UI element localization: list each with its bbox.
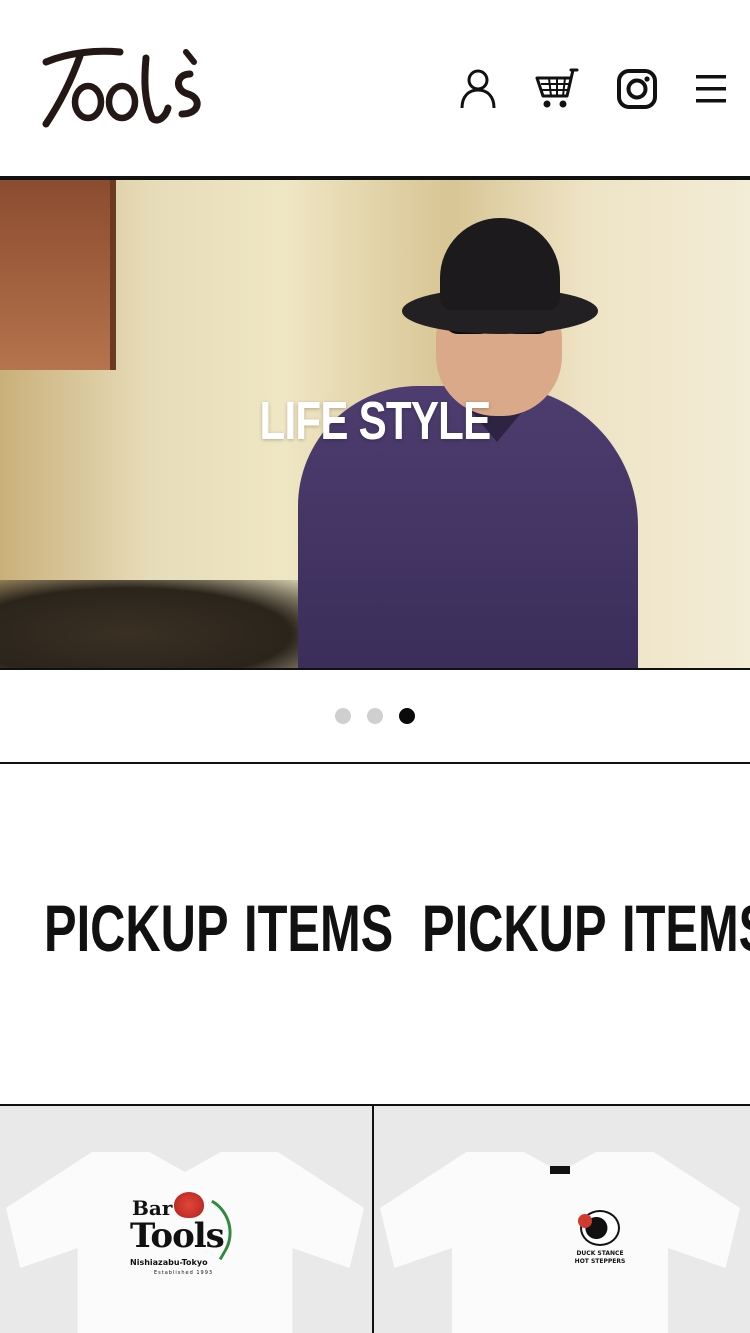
hero-photo-frame: [0, 180, 116, 370]
slider-dot-3[interactable]: [399, 708, 415, 724]
instagram-link[interactable]: [615, 66, 659, 112]
tools-logo[interactable]: [40, 44, 206, 130]
print-text: Established 1993: [154, 1270, 214, 1276]
hero-slide[interactable]: LIFE STYLE: [0, 176, 750, 670]
tshirt-print-duck-stance: DUCK STANCE HOT STEPPERS: [572, 1210, 625, 1268]
ticker-word: ITEMS: [244, 891, 394, 965]
user-icon: [460, 69, 496, 109]
print-text: HOT STEPPERS: [574, 1258, 626, 1265]
tshirt-image: [380, 1152, 740, 1333]
ticker-word: PICKUP: [44, 891, 229, 965]
record-graphic: [578, 1210, 620, 1246]
account-button[interactable]: [456, 66, 500, 112]
product-card[interactable]: DUCK STANCE HOT STEPPERS: [374, 1106, 750, 1333]
slider-dot-2[interactable]: [367, 708, 383, 724]
ticker-track: PICKUP ITEMS PICKUP ITEMS: [44, 890, 750, 966]
pickup-product-grid: Bar Tools Nishiazabu-Tokyo Established 1…: [0, 1106, 750, 1333]
print-text: Tools: [130, 1216, 225, 1256]
tshirt-print-bar-tools: Bar Tools Nishiazabu-Tokyo Established 1…: [128, 1192, 246, 1282]
cart-button[interactable]: [535, 66, 579, 112]
hero-title: LIFE STYLE: [259, 391, 492, 451]
neck-tag: [550, 1166, 570, 1174]
instagram-icon: [617, 69, 657, 109]
slider-dot-1[interactable]: [335, 708, 351, 724]
product-card[interactable]: Bar Tools Nishiazabu-Tokyo Established 1…: [0, 1106, 374, 1333]
pickup-items-ticker: PICKUP ITEMS PICKUP ITEMS: [0, 764, 750, 1106]
hero-photo-hat: [402, 218, 598, 338]
print-text: Nishiazabu-Tokyo: [130, 1258, 208, 1267]
hero-photo-bags: [0, 580, 320, 668]
hamburger-menu-icon: [696, 75, 726, 103]
ticker-word: ITEMS: [622, 891, 750, 965]
print-text: DUCK STANCE: [576, 1250, 624, 1257]
menu-button[interactable]: [689, 66, 733, 112]
cart-icon: [535, 68, 579, 108]
rose-graphic: [174, 1192, 204, 1218]
ticker-word: PICKUP: [422, 891, 607, 965]
site-header: [0, 0, 750, 176]
tools-logo-mark: [42, 47, 201, 128]
slider-pagination: [0, 670, 750, 764]
